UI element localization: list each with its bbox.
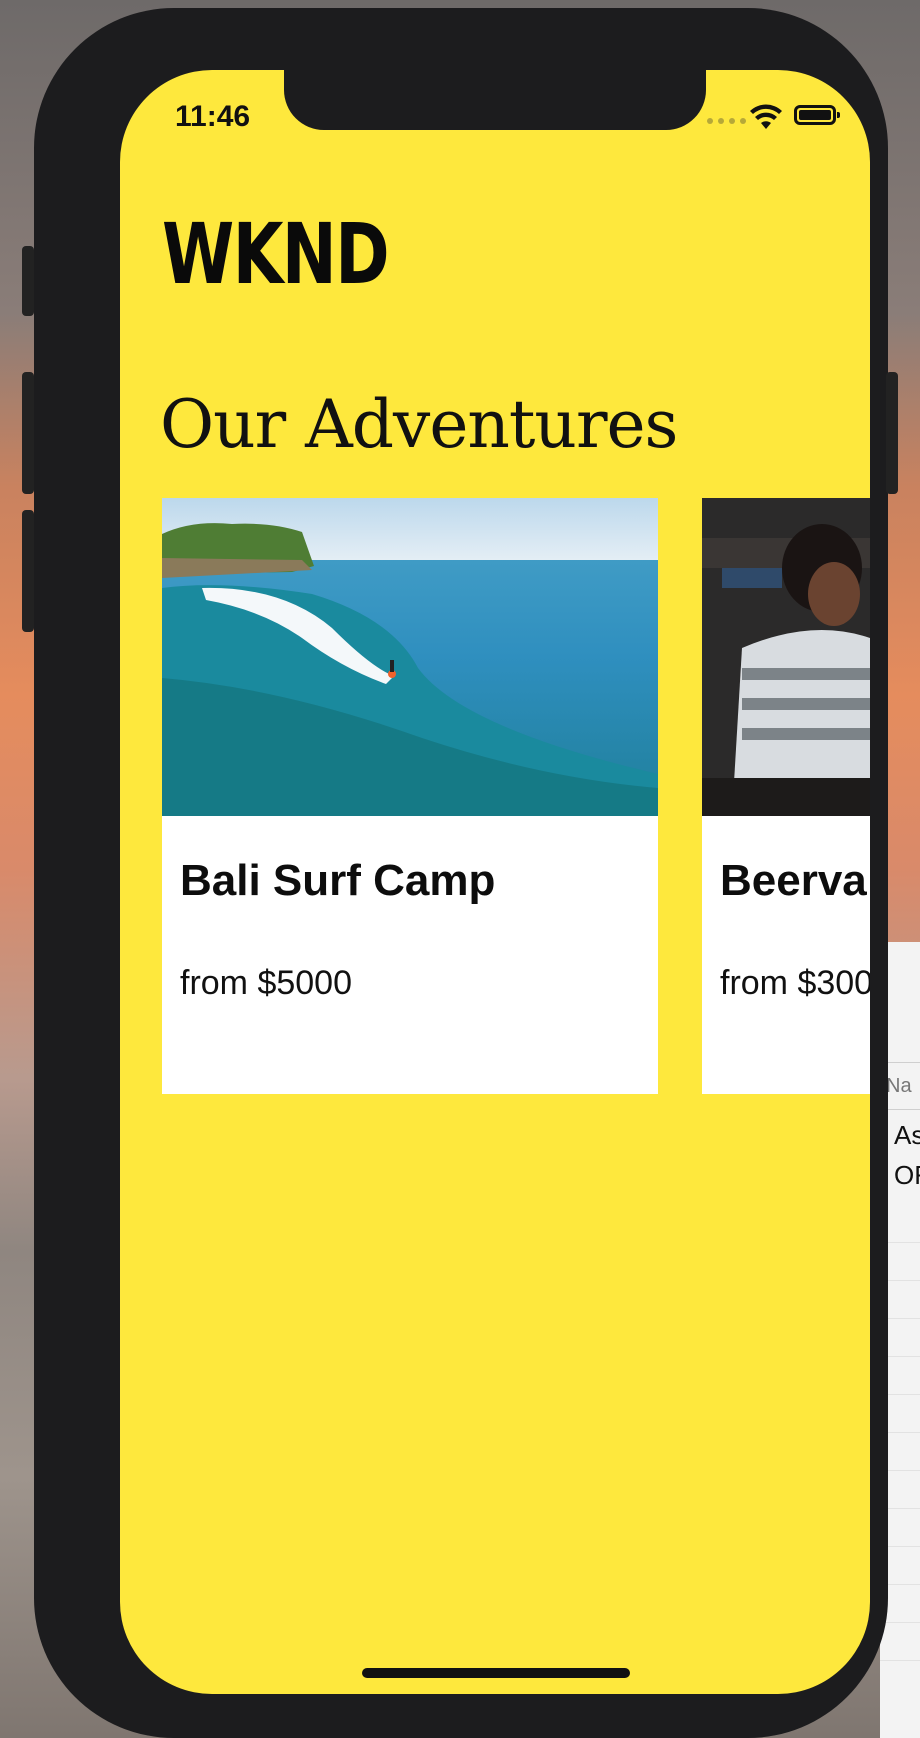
background-table-header: Na — [886, 1062, 920, 1110]
volume-up-button — [22, 372, 34, 494]
wifi-icon — [750, 104, 782, 129]
adventure-card[interactable]: Bali Surf Camp from $5000 — [162, 498, 658, 1094]
card-price: from $300 — [720, 964, 870, 1002]
phone-frame: 11:46 WKND Our Adventures Bali Surf Camp… — [22, 8, 898, 1738]
card-price: from $5000 — [180, 964, 352, 1002]
card-image-surf — [162, 498, 658, 816]
power-button — [886, 372, 898, 494]
card-title: Beerva — [720, 856, 867, 905]
silent-switch — [22, 246, 34, 316]
volume-down-button — [22, 510, 34, 632]
card-title: Bali Surf Camp — [180, 856, 496, 905]
status-time: 11:46 — [175, 100, 251, 133]
adventure-card[interactable]: Beerva from $300 — [702, 498, 870, 1094]
background-table-row — [880, 1622, 920, 1661]
app-logo[interactable]: WKND — [162, 212, 390, 296]
signal-icon — [707, 118, 746, 124]
notch — [284, 70, 706, 130]
card-image-brewery — [702, 498, 870, 816]
battery-icon — [794, 105, 840, 125]
background-table-cell: OF — [894, 1160, 920, 1190]
page-title: Our Adventures — [160, 386, 678, 463]
background-table-row — [880, 1660, 920, 1699]
background-table-cell: As — [894, 1120, 920, 1150]
app-screen: 11:46 WKND Our Adventures Bali Surf Camp… — [120, 70, 870, 1694]
home-indicator[interactable] — [362, 1668, 630, 1678]
